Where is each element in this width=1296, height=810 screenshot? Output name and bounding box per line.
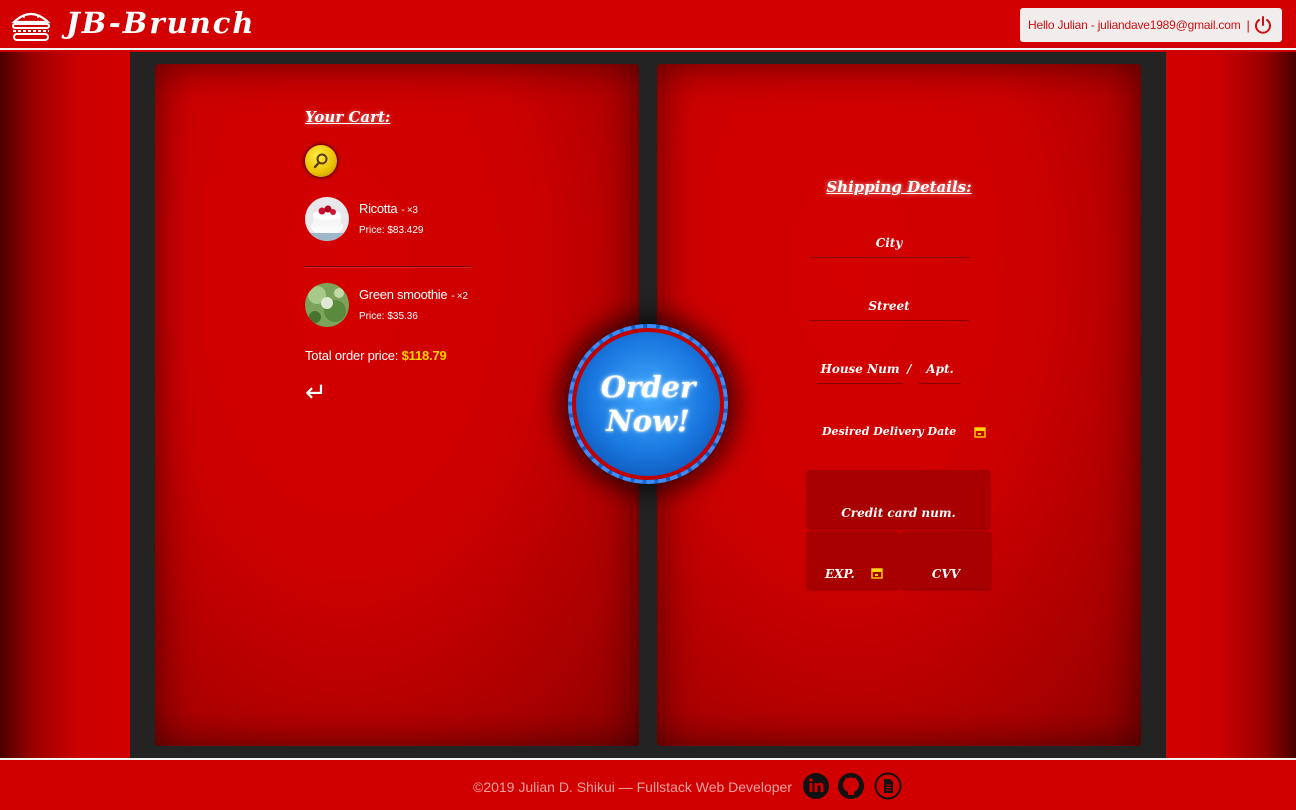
order-total: Total order price: $118.79 [305, 348, 447, 363]
item-price: Price: $83.429 [359, 225, 424, 236]
app-footer: ©2019 Julian D. Shikui — Fullstack Web D… [0, 758, 1296, 810]
order-label-line1: Order [600, 370, 696, 404]
house-apt-separator: / [907, 362, 912, 376]
user-info-box: Hello Julian - juliandave1989@gmail.com … [1020, 8, 1282, 42]
item-name-wrap: Green smoothie - ×2 [359, 287, 468, 302]
street-input[interactable]: Street [809, 299, 969, 321]
cart-title: Your Cart: [305, 108, 391, 126]
cart-item[interactable]: Green smoothie - ×2 Price: $35.36 [305, 283, 475, 333]
item-name-wrap: Ricotta - ×3 [359, 201, 418, 216]
cc-exp-placeholder: EXP. [825, 567, 855, 581]
cart-item[interactable]: Ricotta - ×3 Price: $83.429 [305, 197, 475, 247]
ricotta-image [305, 197, 349, 241]
app-header: JB-Brunch Hello Julian - juliandave1989@… [0, 0, 1296, 50]
right-side-shade [1166, 52, 1296, 758]
credit-card-number-input[interactable]: Credit card num. [807, 470, 990, 528]
linkedin-icon[interactable] [802, 772, 830, 800]
cart-panel: Your Cart: Ricotta - ×3 Price: $83.429 G… [155, 64, 639, 746]
item-price: Price: $35.36 [359, 311, 418, 322]
left-side-shade [0, 52, 130, 758]
city-input[interactable]: City [809, 236, 969, 258]
calendar-icon[interactable] [871, 567, 883, 579]
footer-copyright: ©2019 Julian D. Shikui — Fullstack Web D… [473, 779, 792, 795]
user-separator: | [1246, 17, 1250, 33]
green-smoothie-image [305, 283, 349, 327]
magnifier-icon [313, 153, 328, 169]
power-icon[interactable] [1253, 15, 1273, 35]
delivery-date-input[interactable]: Desired Delivery Date [822, 425, 964, 447]
apartment-input[interactable]: Apt. [919, 362, 961, 384]
house-number-input[interactable]: House Num [817, 362, 903, 384]
search-button[interactable] [305, 145, 337, 177]
item-name: Ricotta [359, 201, 398, 216]
card-expiry-input[interactable]: EXP. [807, 531, 899, 589]
total-value: $118.79 [401, 348, 447, 363]
brand-title[interactable]: JB-Brunch [66, 6, 256, 40]
back-arrow-icon[interactable]: ↵ [305, 380, 327, 406]
order-now-label: Order Now! [601, 370, 696, 438]
order-now-button[interactable]: Order Now! [568, 324, 728, 484]
calendar-icon[interactable] [974, 426, 986, 438]
item-qty: - ×2 [451, 291, 468, 302]
item-qty: - ×3 [401, 205, 418, 216]
burger-icon[interactable] [10, 8, 52, 42]
item-name: Green smoothie [359, 287, 448, 302]
cc-cvv-placeholder: CVV [931, 567, 961, 581]
user-greeting: Hello Julian - juliandave1989@gmail.com [1028, 18, 1241, 32]
github-icon[interactable] [837, 772, 865, 800]
total-label: Total order price: [305, 348, 399, 363]
shipping-title: Shipping Details: [826, 178, 972, 196]
shipping-panel: Shipping Details: City Street House Num … [657, 64, 1141, 746]
document-icon[interactable] [874, 772, 902, 800]
cc-number-placeholder: Credit card num. [841, 506, 956, 520]
cart-divider [305, 266, 471, 267]
order-label-line2: Now! [606, 404, 690, 438]
card-cvv-input[interactable]: CVV [901, 531, 991, 589]
